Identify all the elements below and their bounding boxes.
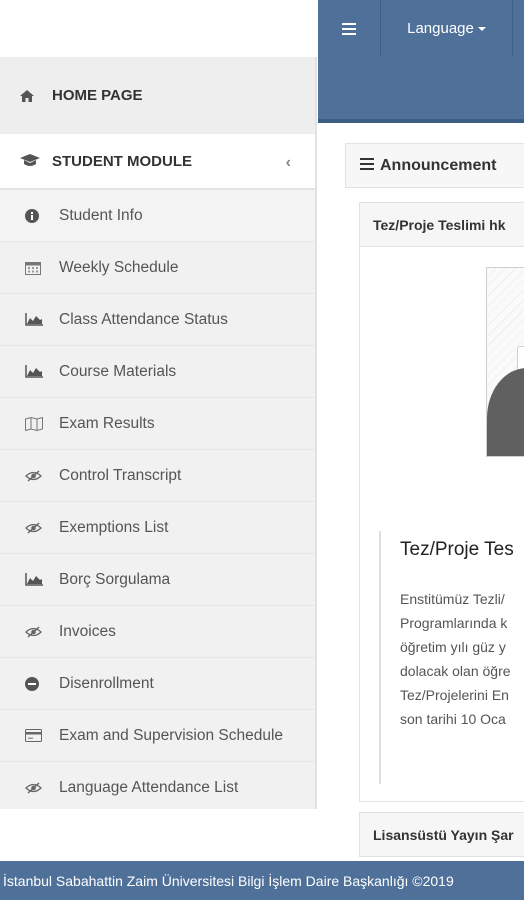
sidebar-item-control-transcript[interactable]: Control Transcript — [0, 450, 317, 502]
sidebar-item-home[interactable]: HOME PAGE — [0, 57, 317, 134]
hamburger-icon — [342, 22, 356, 35]
graduation-cap-icon — [20, 153, 44, 169]
sidebar-item-label: Language Attendance List — [59, 778, 239, 796]
area-chart-icon — [25, 572, 49, 588]
announcement-image — [486, 267, 524, 457]
footer: İstanbul Sabahattin Zaim Üniversitesi Bi… — [0, 861, 524, 900]
sidebar-item-label: STUDENT MODULE — [52, 152, 192, 170]
sidebar-item-course-materials[interactable]: Course Materials — [0, 346, 317, 398]
sidebar-item-label: Weekly Schedule — [59, 258, 179, 276]
eye-slash-icon — [25, 780, 49, 796]
minus-circle-icon — [25, 676, 49, 692]
sidebar-item-label: Course Materials — [59, 362, 177, 380]
sidebar-item-disenrollment[interactable]: Disenrollment — [0, 658, 317, 710]
news-line: Programlarında k — [400, 615, 508, 631]
student-module-submenu: Student Info Weekly Schedule Class Attenda… — [0, 190, 317, 809]
credit-card-icon — [25, 728, 49, 744]
sidebar-toggle-button[interactable] — [318, 0, 381, 57]
eye-slash-icon — [25, 624, 49, 640]
footer-text: İstanbul Sabahattin Zaim Üniversitesi Bi… — [3, 872, 454, 889]
sidebar-item-label: Borç Sorgulama — [59, 570, 171, 588]
sidebar-item-label: Disenrollment — [59, 674, 154, 692]
sidebar-item-label: Student Info — [59, 206, 143, 224]
sidebar-item-label: Class Attendance Status — [59, 310, 228, 328]
avatar-silhouette — [487, 368, 524, 456]
sidebar-item-label: Control Transcript — [59, 466, 182, 484]
sidebar-item-exemptions-list[interactable]: Exemptions List — [0, 502, 317, 554]
chevron-left-icon: ‹ — [285, 154, 291, 171]
news-line: Tez/Projelerini En — [400, 687, 509, 703]
news-body: Enstitümüz Tezli/ Programlarında k öğret… — [400, 587, 524, 731]
announcement-card: Tez/Proje Teslimi hk Tez/Proje Tes Ensti… — [359, 202, 524, 802]
news-line: dolacak olan öğre — [400, 663, 511, 679]
eye-slash-icon — [25, 520, 49, 536]
news-line: son tarihi 10 Oca — [400, 711, 506, 727]
sidebar-item-borç-sorgulama[interactable]: Borç Sorgulama — [0, 554, 317, 606]
caret-down-icon — [477, 26, 486, 31]
sidebar-item-student-info[interactable]: Student Info — [0, 190, 317, 242]
sidebar-item-student-module[interactable]: STUDENT MODULE ‹ — [0, 134, 317, 190]
sidebar-item-invoices[interactable]: Invoices — [0, 606, 317, 658]
info-circle-icon — [25, 208, 49, 224]
announcement-card-title[interactable]: Tez/Proje Teslimi hk — [360, 203, 524, 247]
sidebar-item-label: Exam and Supervision Schedule — [59, 726, 284, 744]
home-icon — [20, 88, 44, 104]
sidebar-item-exam-results[interactable]: Exam Results — [0, 398, 317, 450]
news-title[interactable]: Tez/Proje Tes — [400, 539, 524, 561]
announcement-title: Announcement — [380, 156, 497, 174]
map-icon — [25, 416, 49, 432]
news-line: Enstitümüz Tezli/ — [400, 591, 505, 607]
sidebar-item-label: Exemptions List — [59, 518, 169, 536]
sidebar-item-label: HOME PAGE — [52, 87, 143, 104]
sidebar-item-label: Invoices — [59, 622, 116, 640]
announcement-panel-header: Announcement — [345, 143, 524, 188]
sidebar-item-weekly-schedule[interactable]: Weekly Schedule — [0, 242, 317, 294]
sidebar: HOME PAGE STUDENT MODULE ‹ Student Info W… — [0, 57, 317, 809]
area-chart-icon — [25, 364, 49, 380]
sidebar-item-class-attendance-status[interactable]: Class Attendance Status — [0, 294, 317, 346]
top-navbar: Language — [318, 0, 524, 123]
sidebar-item-label: Exam Results — [59, 414, 155, 432]
news-line: öğretim yılı güz y — [400, 639, 506, 655]
language-label: Language — [407, 20, 474, 37]
language-dropdown[interactable]: Language — [381, 0, 513, 57]
second-announcement-card-title[interactable]: Lisansüstü Yayın Şar — [359, 812, 524, 857]
eye-slash-icon — [25, 468, 49, 484]
news-item: Tez/Proje Tes Enstitümüz Tezli/ Programl… — [379, 531, 524, 784]
list-icon — [360, 157, 374, 175]
sidebar-item-language-attendance-list[interactable]: Language Attendance List — [0, 762, 317, 809]
area-chart-icon — [25, 312, 49, 328]
calendar-icon — [25, 260, 49, 276]
sidebar-item-exam-and-supervision-schedule[interactable]: Exam and Supervision Schedule — [0, 710, 317, 762]
